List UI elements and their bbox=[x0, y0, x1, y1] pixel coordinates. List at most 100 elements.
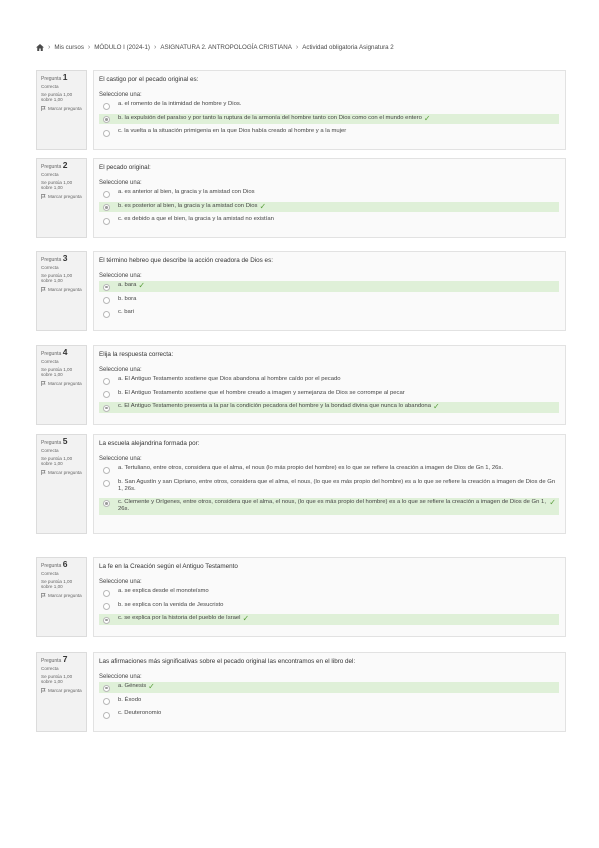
flag-label: Marcar pregunta bbox=[48, 286, 82, 292]
answer-text: b. bora bbox=[118, 295, 137, 302]
answer-option[interactable]: c. El Antiguo Testamento presenta a la p… bbox=[99, 402, 559, 413]
radio-button[interactable] bbox=[103, 102, 110, 110]
answer-text: b. la expulsión del paraíso y por tanto … bbox=[118, 114, 422, 121]
question-number: Pregunta 7 bbox=[41, 654, 83, 664]
question-number-value: 1 bbox=[62, 72, 68, 82]
answer-option[interactable]: b. Éxodo bbox=[99, 696, 559, 707]
answer-option[interactable]: b. se explica con la venida de Jesucrist… bbox=[99, 601, 559, 612]
flag-question-link[interactable]: Marcar pregunta bbox=[41, 381, 83, 388]
flag-question-link[interactable]: Marcar pregunta bbox=[41, 470, 83, 477]
select-prompt: Seleccione una: bbox=[99, 367, 142, 373]
answer-option[interactable]: c. es debido a que el bien, la gracia y … bbox=[99, 215, 559, 226]
radio-button[interactable] bbox=[103, 684, 110, 692]
flag-label: Marcar pregunta bbox=[48, 592, 82, 598]
answer-text: b. Éxodo bbox=[118, 696, 142, 703]
answer-option[interactable]: c. se explica por la historia del pueblo… bbox=[99, 614, 559, 625]
question-score: Se puntúa 1,00 sobre 1,00 bbox=[41, 366, 73, 378]
home-icon[interactable] bbox=[36, 43, 44, 51]
flag-question-link[interactable]: Marcar pregunta bbox=[41, 593, 83, 600]
radio-button[interactable] bbox=[103, 589, 110, 597]
flag-question-link[interactable]: Marcar pregunta bbox=[41, 688, 83, 695]
question-text: El pecado original: bbox=[99, 164, 151, 171]
answer-text: a. bara bbox=[118, 282, 137, 288]
answer-text: b. se explica con la venida de Jesucrist… bbox=[118, 601, 224, 608]
question-status: Correcta bbox=[41, 359, 59, 365]
check-icon: ✓ bbox=[138, 281, 146, 290]
question-label: Pregunta bbox=[41, 563, 62, 569]
radio-button[interactable] bbox=[103, 480, 110, 487]
answer-option[interactable]: b. San Agustín y san Cipriano, entre otr… bbox=[99, 478, 559, 495]
answer-option[interactable]: b. bora bbox=[99, 295, 559, 306]
question-content: La escuela alejandrina formada por: Sele… bbox=[93, 434, 566, 534]
question-status: Correcta bbox=[41, 571, 59, 577]
answer-option[interactable]: c. Clemente y Orígenes, entre otros, con… bbox=[99, 497, 559, 515]
radio-button[interactable] bbox=[103, 217, 110, 225]
answer-option[interactable]: a. El Antiguo Testamento sostiene que Di… bbox=[99, 375, 559, 386]
answer-option[interactable]: a. bara ✓ bbox=[99, 281, 559, 292]
radio-button[interactable] bbox=[103, 616, 110, 624]
answer-option[interactable]: a. se explica desde el monoteísmo bbox=[99, 587, 559, 598]
radio-button[interactable] bbox=[103, 129, 110, 137]
question-info: Pregunta 4 Correcta Se puntúa 1,00 sobre… bbox=[36, 345, 87, 425]
answer-option[interactable]: b. la expulsión del paraíso y por tanto … bbox=[99, 113, 559, 124]
question-box: El pecado original: Seleccione una: a. e… bbox=[93, 158, 566, 238]
question-number-value: 7 bbox=[62, 654, 68, 664]
radio-button[interactable] bbox=[103, 711, 110, 719]
question-score: Se puntúa 1,00 sobre 1,00 bbox=[41, 272, 73, 284]
answer-option[interactable]: a. Génesis ✓ bbox=[99, 682, 559, 693]
radio-button[interactable] bbox=[103, 297, 110, 304]
question-number: Pregunta 1 bbox=[41, 72, 83, 82]
breadcrumb-activity[interactable]: Actividad obligatoria Asignatura 2 bbox=[302, 44, 394, 51]
select-prompt: Seleccione una: bbox=[99, 180, 142, 186]
radio-button[interactable] bbox=[103, 116, 110, 123]
chevron-right-icon: › bbox=[295, 43, 299, 51]
question-content: El pecado original: Seleccione una: a. e… bbox=[93, 158, 566, 238]
answer-option[interactable]: b. es posterior al bien, la gracia y la … bbox=[99, 201, 559, 212]
answer-option[interactable]: a. el romento de la intimidad de hombre … bbox=[99, 100, 559, 111]
question-label: Pregunta bbox=[41, 351, 62, 357]
question-status: Correcta bbox=[41, 448, 59, 454]
radio-button[interactable] bbox=[103, 500, 110, 508]
radio-button[interactable] bbox=[103, 190, 110, 198]
question-number: Pregunta 2 bbox=[41, 161, 83, 170]
question-score: Se puntúa 1,00 sobre 1,00 bbox=[41, 578, 73, 590]
flag-question-link[interactable]: Marcar pregunta bbox=[41, 194, 83, 201]
answer-text: a. se explica desde el monoteísmo bbox=[118, 588, 209, 594]
question-score: Se puntúa 1,00 sobre 1,00 bbox=[41, 179, 73, 191]
flag-label: Marcar pregunta bbox=[48, 193, 82, 199]
answer-option[interactable]: a. es anterior al bien, la gracia y la a… bbox=[99, 188, 559, 199]
breadcrumb-my-courses[interactable]: Mis cursos bbox=[54, 44, 84, 51]
check-icon: ✓ bbox=[423, 113, 431, 123]
flag-question-link[interactable]: Marcar pregunta bbox=[41, 106, 83, 113]
flag-question-link[interactable]: Marcar pregunta bbox=[41, 287, 83, 294]
breadcrumb-course[interactable]: ASIGNATURA 2. ANTROPOLOGÍA CRISTIANA bbox=[160, 44, 292, 51]
answer-option[interactable]: c. bari bbox=[99, 308, 559, 319]
answer-text: c. se explica por la historia del pueblo… bbox=[118, 615, 241, 621]
radio-button[interactable] bbox=[103, 391, 110, 398]
radio-button[interactable] bbox=[103, 404, 110, 412]
breadcrumb-module[interactable]: MÓDULO I (2024-1) bbox=[94, 44, 150, 51]
question-status: Correcta bbox=[41, 666, 59, 672]
answer-text: c. es debido a que el bien, la gracia y … bbox=[118, 216, 274, 222]
question-box: El castigo por el pecado original es: Se… bbox=[93, 70, 566, 150]
question-text: El término hebreo que describe la acción… bbox=[99, 257, 273, 264]
radio-button[interactable] bbox=[103, 283, 110, 291]
radio-button[interactable] bbox=[103, 310, 110, 318]
radio-button[interactable] bbox=[103, 377, 110, 385]
question-block: Pregunta 5 Correcta Se puntúa 1,00 sobre… bbox=[36, 434, 566, 534]
question-score: Se puntúa 1,00 sobre 1,00 bbox=[41, 455, 73, 467]
question-content: La fe en la Creación según el Antiguo Te… bbox=[93, 557, 566, 637]
answer-option[interactable]: c. Deuteronomio bbox=[99, 709, 559, 720]
answer-text: c. Deuteronomio bbox=[118, 710, 162, 716]
radio-button[interactable] bbox=[103, 204, 110, 211]
check-icon: ✓ bbox=[432, 402, 440, 411]
question-number: Pregunta 5 bbox=[41, 437, 83, 446]
check-icon: ✓ bbox=[242, 614, 250, 623]
radio-button[interactable] bbox=[103, 698, 110, 705]
radio-button[interactable] bbox=[103, 466, 110, 474]
answer-option[interactable]: a. Tertuliano, entre otros, considera qu… bbox=[99, 464, 559, 475]
answer-option[interactable]: b. El Antiguo Testamento sostiene que el… bbox=[99, 389, 559, 400]
answer-option[interactable]: c. la vuelta a la situación primigenia e… bbox=[99, 127, 559, 138]
radio-button[interactable] bbox=[103, 603, 110, 610]
answer-text: a. El Antiguo Testamento sostiene que Di… bbox=[118, 376, 341, 382]
